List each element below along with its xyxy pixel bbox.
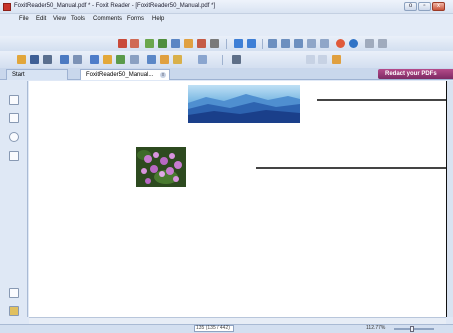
navigation-pane	[0, 81, 28, 317]
print-icon[interactable]	[43, 55, 52, 64]
separator	[226, 39, 227, 49]
pencil-icon[interactable]	[198, 55, 207, 64]
menu-tools[interactable]: Tools	[71, 16, 85, 22]
attachment-icon[interactable]	[116, 55, 125, 64]
mountain-image	[188, 85, 300, 123]
zoom-out-icon[interactable]	[294, 39, 303, 48]
title-bar: FoxitReader50_Manual.pdf * - Foxit Reade…	[0, 0, 453, 14]
menu-comments[interactable]: Comments	[93, 16, 122, 22]
typewriter-icon[interactable]	[184, 39, 193, 48]
pages-panel-icon[interactable]	[9, 113, 19, 123]
close-tab-icon[interactable]: x	[160, 72, 166, 78]
undo-icon[interactable]	[118, 39, 127, 48]
window-title: FoxitReader50_Manual.pdf * - Foxit Reade…	[14, 3, 216, 9]
document-icon[interactable]	[365, 39, 374, 48]
right-scroll-edge[interactable]	[446, 81, 453, 317]
menu-bar: File Edit View Tools Comments Forms Help	[0, 14, 453, 25]
rotate-left-icon[interactable]	[336, 39, 345, 48]
layers-panel-icon[interactable]	[9, 151, 19, 161]
separator	[262, 39, 263, 49]
image-icon[interactable]	[160, 55, 169, 64]
menu-file[interactable]: File	[19, 16, 29, 22]
redo-icon[interactable]	[130, 39, 139, 48]
redact-promo-button[interactable]: Redact your PDFs	[378, 69, 453, 79]
maximize-button[interactable]: ▫	[418, 2, 431, 11]
cursor-icon[interactable]	[130, 55, 139, 64]
snapshot-icon[interactable]	[171, 39, 180, 48]
close-button[interactable]: x	[432, 2, 445, 11]
stamp-icon[interactable]	[210, 39, 219, 48]
email-icon[interactable]	[60, 55, 69, 64]
app-icon[interactable]	[3, 3, 11, 11]
form-icon[interactable]	[147, 55, 156, 64]
scan-icon[interactable]	[73, 55, 82, 64]
fit-page-icon[interactable]	[307, 39, 316, 48]
fit-width-icon[interactable]	[320, 39, 329, 48]
find-previous-icon[interactable]	[306, 55, 315, 64]
mountain-picture	[188, 85, 300, 123]
toolbar-spacer	[0, 25, 453, 36]
open-icon[interactable]	[17, 55, 26, 64]
pages-icon[interactable]	[378, 39, 387, 48]
next-icon[interactable]	[247, 39, 256, 48]
hand-icon[interactable]	[145, 39, 154, 48]
rotate-right-icon[interactable]	[349, 39, 358, 48]
tab-document-label: FoxitReader50_Manual...	[86, 72, 154, 78]
callout-line-top	[317, 99, 446, 101]
save-icon[interactable]	[30, 55, 39, 64]
menu-forms[interactable]: Forms	[127, 16, 144, 22]
flower-image	[136, 147, 186, 187]
zoom-in-icon[interactable]	[281, 39, 290, 48]
zoom-slider-handle[interactable]	[410, 326, 414, 332]
highlight-icon[interactable]	[197, 39, 206, 48]
menu-help[interactable]: Help	[152, 16, 164, 22]
zoom-slider[interactable]	[394, 328, 434, 330]
previous-icon[interactable]	[234, 39, 243, 48]
comment-icon[interactable]	[103, 55, 112, 64]
search-options-icon[interactable]	[332, 55, 341, 64]
callout-line-bottom	[256, 167, 446, 169]
bookmark-icon[interactable]	[9, 95, 19, 105]
tab-start[interactable]: Start	[6, 69, 68, 80]
annotation-icon[interactable]	[173, 55, 182, 64]
select-icon[interactable]	[158, 39, 167, 48]
horizontal-scrollbar[interactable]	[29, 317, 446, 324]
flower-picture	[136, 147, 186, 187]
page-number-input[interactable]: 135 (135 / 442)	[194, 325, 234, 332]
toolbar-secondary	[0, 51, 453, 115]
toolbar-main	[0, 36, 453, 51]
security-panel-icon[interactable]	[9, 306, 19, 316]
zoom-level: 112.77%	[366, 325, 386, 331]
separator	[222, 55, 223, 65]
tab-document[interactable]: FoxitReader50_Manual... x	[80, 69, 170, 80]
menu-edit[interactable]: Edit	[36, 16, 46, 22]
find-icon[interactable]	[232, 55, 241, 64]
find-next-icon[interactable]	[318, 55, 327, 64]
tab-start-label: Start	[12, 72, 25, 78]
menu-view[interactable]: View	[53, 16, 66, 22]
minimize-button[interactable]: o	[404, 2, 417, 11]
attachments-panel-icon[interactable]	[9, 288, 19, 298]
comments-panel-icon[interactable]	[9, 132, 19, 142]
export-icon[interactable]	[90, 55, 99, 64]
zoom-icon[interactable]	[268, 39, 277, 48]
